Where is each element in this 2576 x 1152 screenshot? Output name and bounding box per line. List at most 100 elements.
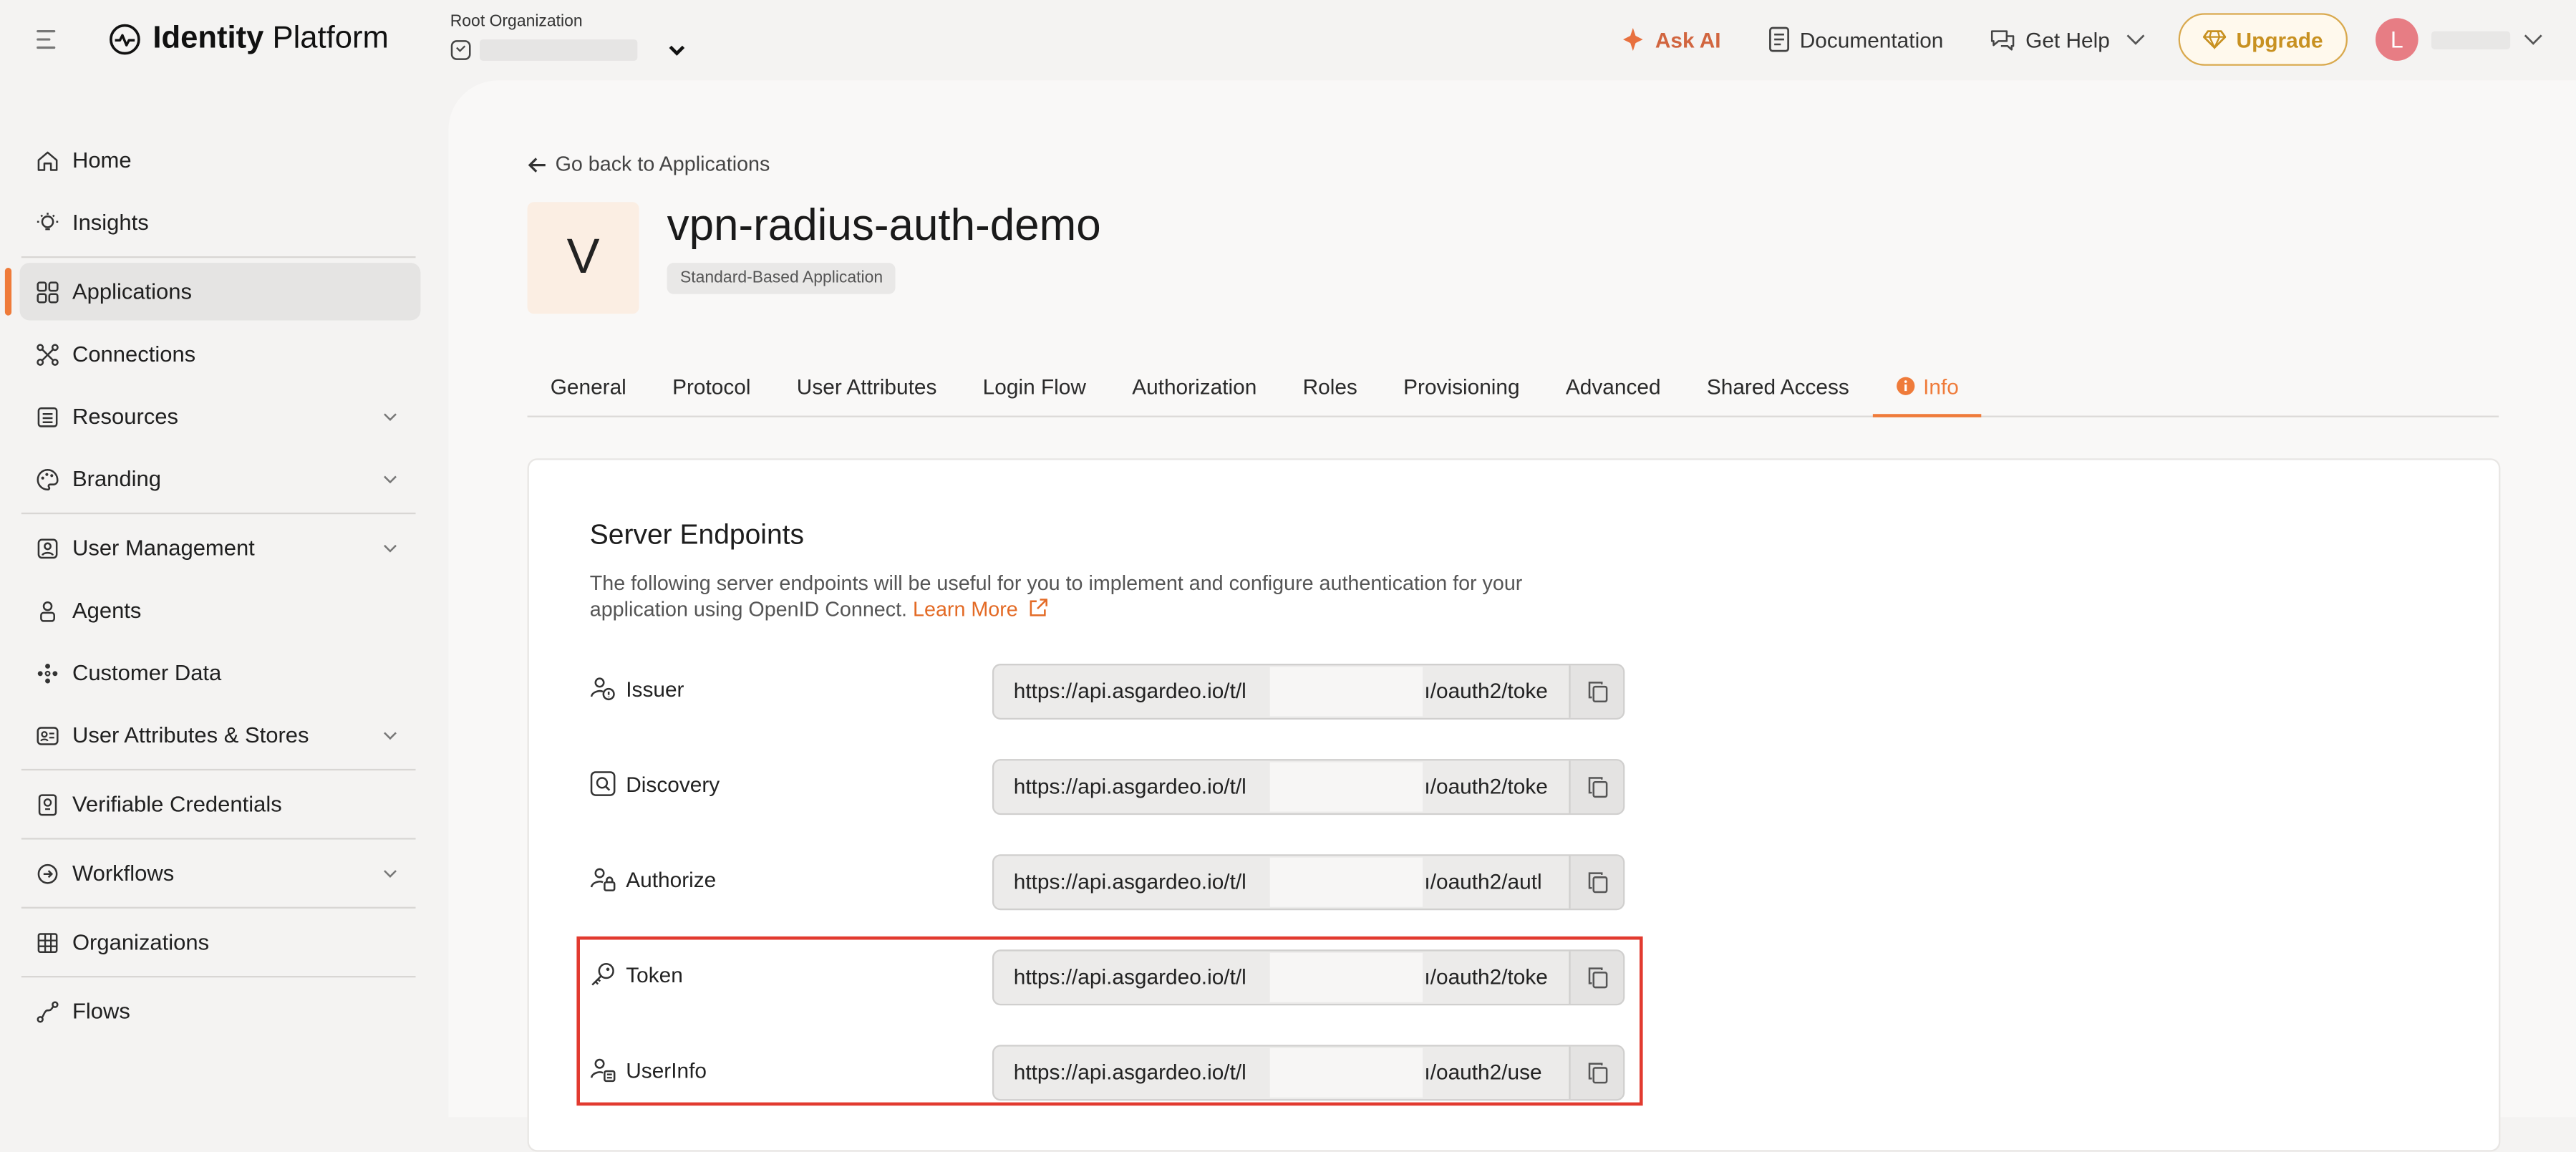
- sidebar-item-label: Connections: [72, 342, 196, 367]
- tab-advanced[interactable]: Advanced: [1543, 355, 1684, 416]
- organization-switcher[interactable]: Root Organization: [450, 13, 685, 61]
- copy-button[interactable]: [1569, 665, 1624, 718]
- sidebar-item-label: Organizations: [72, 929, 210, 955]
- tab-roles[interactable]: Roles: [1279, 355, 1380, 416]
- top-bar: Identity Platform Root Organization Ask …: [0, 0, 2576, 80]
- sidebar-item-label: Verifiable Credentials: [72, 791, 282, 817]
- sparkle-icon: [1619, 26, 1645, 53]
- sidebar-item-insights[interactable]: Insights: [20, 194, 421, 251]
- chevron-down-icon[interactable]: [383, 409, 398, 424]
- menu-toggle-icon[interactable]: [33, 24, 62, 54]
- discovery-url-field[interactable]: https://api.asgardeo.io/t/l ı/oauth2/tok…: [992, 759, 1625, 815]
- sidebar-item-label: Insights: [72, 210, 149, 236]
- chevron-down-icon[interactable]: [383, 866, 398, 881]
- sidebar-item-user-attributes-stores[interactable]: User Attributes & Stores: [20, 707, 421, 764]
- brand-name-regular: Platform: [263, 21, 389, 57]
- chevron-down-icon: [669, 44, 685, 57]
- user-name-redacted: [2431, 30, 2511, 49]
- customer-data-icon: [37, 662, 58, 683]
- issuer-icon: [590, 677, 615, 701]
- upgrade-label: Upgrade: [2236, 26, 2323, 52]
- document-icon: [1767, 26, 1790, 53]
- upgrade-button[interactable]: Upgrade: [2179, 13, 2348, 66]
- authorize-url-field[interactable]: https://api.asgardeo.io/t/l ı/oauth2/aut…: [992, 854, 1625, 911]
- endpoint-label-text: Issuer: [626, 676, 684, 701]
- endpoint-label: Issuer: [590, 675, 684, 702]
- copy-button[interactable]: [1569, 760, 1624, 813]
- learn-more-label: Learn More: [913, 598, 1018, 621]
- chevron-down-icon: [2126, 33, 2146, 46]
- sidebar-divider: [21, 512, 416, 515]
- documentation-label: Documentation: [1799, 26, 1944, 52]
- section-description: The following server endpoints will be u…: [590, 570, 1609, 622]
- copy-icon: [1587, 777, 1607, 798]
- flows-icon: [37, 1000, 59, 1022]
- sidebar-divider: [21, 838, 416, 840]
- get-help-label: Get Help: [2025, 26, 2110, 52]
- sidebar-item-verifiable-credentials[interactable]: Verifiable Credentials: [20, 775, 421, 833]
- authorize-icon: [590, 868, 616, 891]
- sidebar-item-label: Home: [72, 147, 132, 173]
- tab-provisioning[interactable]: Provisioning: [1380, 355, 1543, 416]
- page-title: vpn-radius-auth-demo: [667, 200, 1101, 250]
- info-icon: [1896, 377, 1914, 395]
- sidebar-item-home[interactable]: Home: [20, 132, 421, 189]
- copy-button[interactable]: [1569, 856, 1624, 909]
- sidebar-item-label: Applications: [72, 279, 193, 304]
- sidebar-item-label: Branding: [72, 466, 161, 492]
- organizations-icon: [37, 932, 58, 952]
- chevron-down-icon[interactable]: [383, 472, 398, 487]
- credential-icon: [38, 793, 57, 815]
- sidebar-item-label: Customer Data: [72, 660, 222, 685]
- resources-icon: [37, 406, 58, 427]
- back-link-label: Go back to Applications: [555, 153, 770, 176]
- issuer-url-field[interactable]: https://api.asgardeo.io/t/l ı/oauth2/tok…: [992, 664, 1625, 720]
- sidebar-item-flows[interactable]: Flows: [20, 982, 421, 1040]
- chevron-down-icon[interactable]: [383, 541, 398, 556]
- tab-login-flow[interactable]: Login Flow: [960, 355, 1110, 416]
- documentation-link[interactable]: Documentation: [1767, 26, 1944, 53]
- tab-general[interactable]: General: [528, 355, 649, 416]
- sidebar-item-workflows[interactable]: Workflows: [20, 844, 421, 901]
- diamond-icon: [2203, 29, 2227, 49]
- sidebar: Home Insights Applications Connections R…: [0, 128, 440, 1045]
- endpoint-label: Discovery: [590, 770, 720, 797]
- pulse-logo-icon: [108, 23, 141, 56]
- tab-user-attributes[interactable]: User Attributes: [774, 355, 960, 416]
- tab-info[interactable]: Info: [1872, 355, 1982, 417]
- tab-authorization[interactable]: Authorization: [1109, 355, 1279, 416]
- copy-icon: [1587, 682, 1607, 703]
- sidebar-item-organizations[interactable]: Organizations: [20, 914, 421, 971]
- sidebar-item-label: Resources: [72, 404, 179, 429]
- chevron-down-icon[interactable]: [383, 728, 398, 743]
- app-avatar: V: [527, 202, 639, 314]
- tab-shared-access[interactable]: Shared Access: [1684, 355, 1872, 416]
- brand-name-bold: Identity: [152, 21, 264, 57]
- copy-icon: [1587, 872, 1607, 894]
- sidebar-item-agents[interactable]: Agents: [20, 581, 421, 639]
- settings-tabs: General Protocol User Attributes Login F…: [527, 355, 2499, 417]
- sidebar-item-user-management[interactable]: User Management: [20, 519, 421, 576]
- endpoint-label-text: Discovery: [626, 771, 720, 796]
- get-help-menu[interactable]: Get Help: [1990, 27, 2146, 52]
- sidebar-item-label: User Attributes & Stores: [72, 722, 309, 748]
- ask-ai-button[interactable]: Ask AI: [1619, 26, 1721, 53]
- attributes-icon: [37, 726, 59, 745]
- highlight-box: [576, 936, 1643, 1106]
- sidebar-divider: [21, 975, 416, 978]
- sidebar-item-applications[interactable]: Applications: [4, 263, 421, 321]
- back-to-applications-link[interactable]: Go back to Applications: [528, 153, 770, 176]
- url-redaction: [1269, 667, 1423, 717]
- sidebar-item-resources[interactable]: Resources: [20, 388, 421, 445]
- tab-protocol[interactable]: Protocol: [649, 355, 774, 416]
- brand-logo[interactable]: Identity Platform: [108, 21, 389, 57]
- url-redaction: [1269, 762, 1423, 812]
- sidebar-item-customer-data[interactable]: Customer Data: [20, 644, 421, 701]
- url-end: ı/oauth2/toke: [1424, 773, 1548, 799]
- learn-more-link[interactable]: Learn More: [913, 598, 1048, 621]
- user-avatar[interactable]: L: [2375, 18, 2418, 61]
- sidebar-item-branding[interactable]: Branding: [20, 450, 421, 508]
- sidebar-item-connections[interactable]: Connections: [20, 325, 421, 382]
- chevron-down-icon[interactable]: [2524, 33, 2544, 46]
- endpoint-row-issuer: Issuer https://api.asgardeo.io/t/l ı/oau…: [590, 664, 1625, 720]
